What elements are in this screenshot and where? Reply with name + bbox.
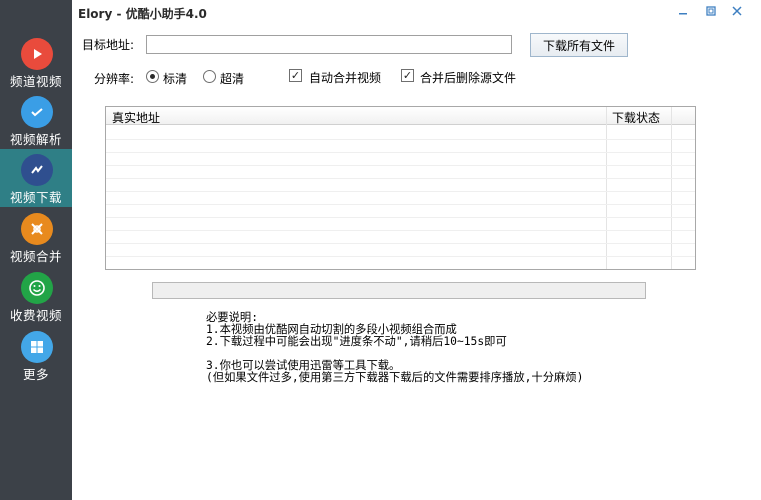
play-icon bbox=[21, 38, 53, 70]
resolution-label: 分辨率: bbox=[94, 72, 135, 86]
row-gridline bbox=[106, 256, 695, 257]
instructions-line: 2.下载过程中可能会出现"进度条不动",请稍后10~15s即可 bbox=[206, 335, 507, 348]
sidebar-item-label: 视频下载 bbox=[9, 190, 62, 205]
window-title: Elory - 优酷小助手4.0 bbox=[78, 7, 207, 21]
row-gridline bbox=[106, 230, 695, 231]
download-progress-bar bbox=[152, 282, 646, 299]
instructions-line: (但如果文件过多,使用第三方下载器下载后的文件需要排序播放,十分麻烦) bbox=[206, 371, 584, 384]
radio-super-label: 超清 bbox=[220, 72, 245, 86]
instructions: 必要说明: 1.本视频由优酷网自动切割的多段小视频组合而成 2.下载过程中可能会… bbox=[206, 312, 583, 384]
row-gridline bbox=[106, 191, 695, 192]
sidebar-item-video-parse[interactable]: 视频解析 bbox=[0, 91, 72, 149]
windows-icon bbox=[21, 331, 53, 363]
minimize-icon bbox=[679, 13, 687, 15]
sidebar-item-label: 视频解析 bbox=[9, 132, 62, 147]
sidebar-item-label: 频道视频 bbox=[9, 74, 62, 89]
auto-merge-checkbox[interactable]: ✓ bbox=[289, 69, 302, 82]
download-all-button[interactable]: 下载所有文件 bbox=[530, 33, 628, 57]
sidebar-item-label: 更多 bbox=[22, 367, 49, 382]
minimize-button[interactable] bbox=[674, 3, 692, 19]
sidebar-item-more[interactable]: 更多 bbox=[0, 326, 72, 384]
target-url-label: 目标地址: bbox=[82, 38, 135, 52]
sidebar-item-video-download[interactable]: 视频下载 bbox=[0, 149, 72, 207]
delete-after-merge-label: 合并后删除源文件 bbox=[420, 71, 517, 85]
sidebar-item-paid-video[interactable]: 收费视频 bbox=[0, 267, 72, 325]
row-gridline bbox=[106, 217, 695, 218]
merge-icon bbox=[21, 213, 53, 245]
smile-icon bbox=[21, 272, 53, 304]
close-button[interactable] bbox=[728, 3, 746, 19]
download-table[interactable]: 真实地址 下载状态 bbox=[105, 106, 696, 270]
check-icon bbox=[21, 96, 53, 128]
radio-super[interactable] bbox=[203, 70, 216, 83]
row-gridline bbox=[106, 243, 695, 244]
close-icon bbox=[732, 6, 742, 16]
maximize-button[interactable] bbox=[702, 3, 720, 19]
download-icon bbox=[21, 154, 53, 186]
column-header-url[interactable]: 真实地址 bbox=[112, 109, 160, 126]
column-separator bbox=[671, 107, 672, 269]
row-gridline bbox=[106, 139, 695, 140]
row-gridline bbox=[106, 178, 695, 179]
row-gridline bbox=[106, 152, 695, 153]
sidebar-item-channel-video[interactable]: 频道视频 bbox=[0, 33, 72, 91]
column-separator bbox=[606, 107, 607, 269]
row-gridline bbox=[106, 165, 695, 166]
sidebar-item-video-merge[interactable]: 视频合并 bbox=[0, 208, 72, 266]
target-url-input[interactable] bbox=[146, 35, 512, 54]
row-gridline bbox=[106, 204, 695, 205]
auto-merge-label: 自动合并视频 bbox=[309, 71, 382, 85]
sidebar-item-label: 视频合并 bbox=[9, 249, 62, 264]
radio-standard[interactable] bbox=[146, 70, 159, 83]
column-header-status[interactable]: 下载状态 bbox=[612, 109, 660, 126]
title-bar: Elory - 优酷小助手4.0 bbox=[72, 0, 761, 26]
sidebar-item-label: 收费视频 bbox=[9, 308, 62, 323]
radio-standard-label: 标清 bbox=[163, 72, 188, 86]
maximize-icon bbox=[706, 6, 716, 16]
sidebar: 频道视频 视频解析 视频下载 视频合并 收费视频 更多 bbox=[0, 0, 72, 500]
delete-after-merge-checkbox[interactable]: ✓ bbox=[401, 69, 414, 82]
